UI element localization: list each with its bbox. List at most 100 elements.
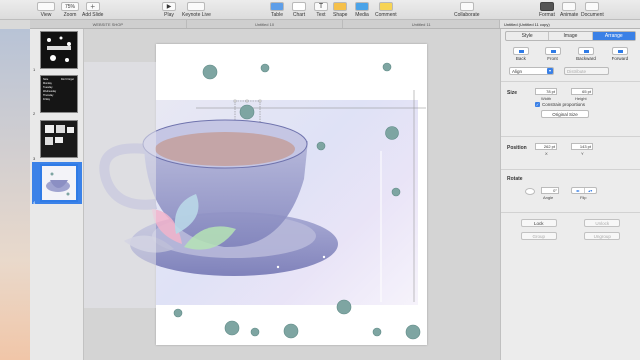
forward-button[interactable]: Forward — [611, 47, 628, 61]
inspector-tabs: Style Image Arrange — [505, 31, 636, 41]
ungroup-button[interactable]: Ungroup — [584, 232, 621, 240]
flip-horizontal-icon[interactable]: ◂▸ — [572, 188, 585, 193]
original-size-button[interactable]: Original Size — [541, 110, 589, 118]
back-icon — [512, 47, 529, 55]
table-icon — [270, 2, 284, 11]
play-button[interactable]: ▶ Play — [162, 2, 176, 18]
y-field[interactable]: 143 pt — [571, 143, 593, 150]
paintbrush-icon — [539, 2, 554, 11]
plus-icon: + — [85, 2, 100, 11]
flip-vertical-icon[interactable]: ▴▾ — [585, 188, 597, 193]
add-slide-button[interactable]: + Add Slide — [82, 2, 103, 18]
unlock-button[interactable]: Unlock — [584, 219, 621, 227]
divider — [501, 81, 640, 82]
constrain-label: Constrain proportions — [542, 102, 586, 107]
chart-button[interactable]: Chart — [292, 2, 306, 18]
document-icon — [585, 2, 600, 11]
comment-button[interactable]: Comment — [375, 2, 397, 18]
tab-style[interactable]: Style — [506, 32, 550, 40]
tea — [155, 132, 295, 166]
slide-thumb-1[interactable] — [40, 31, 78, 69]
overlay-panel — [84, 62, 156, 308]
slide-number: 2 — [33, 111, 36, 116]
flip-buttons: ◂▸ ▴▾ — [571, 187, 597, 194]
sparkle — [276, 265, 280, 269]
rotate-wheel[interactable] — [525, 188, 535, 195]
zoom-value: 75% — [61, 2, 79, 11]
zoom-control[interactable]: 75% Zoom — [61, 2, 79, 18]
align-distribute-row: Align ▾ Distribute — [501, 67, 640, 75]
desktop-background — [0, 29, 30, 360]
tab-image[interactable]: Image — [549, 32, 593, 40]
shape-icon — [333, 2, 348, 11]
tab-active-document[interactable]: Untitled (Untitled 11 copy) — [500, 20, 640, 29]
inspector-panel: Style Image Arrange Back Front Backward … — [500, 29, 640, 360]
lock-row: Lock Unlock — [501, 219, 640, 227]
rotate-section: Rotate 0° Angle ◂▸ ▴▾ Flip — [501, 176, 640, 206]
angle-field[interactable]: 0° — [541, 187, 559, 194]
chart-icon — [292, 2, 306, 11]
width-label: Width — [541, 96, 552, 101]
tab-website-shop[interactable]: WEBSITE SHOP — [30, 20, 187, 28]
arrange-buttons: Back Front Backward Forward — [501, 47, 640, 61]
slide-canvas[interactable] — [84, 29, 500, 360]
tab-untitled-11[interactable]: Untitled 11 — [343, 20, 501, 28]
comment-icon — [378, 2, 393, 11]
collaborate-icon — [459, 2, 474, 11]
format-button[interactable]: Format — [539, 2, 555, 18]
tab-arrange[interactable]: Arrange — [592, 32, 635, 40]
position-section: Position 262 pt 143 pt X Y — [501, 143, 640, 163]
view-button[interactable]: View — [37, 2, 55, 18]
slide-thumb-4[interactable] — [40, 164, 78, 202]
broadcast-icon — [187, 2, 206, 11]
front-button[interactable]: Front — [544, 47, 561, 61]
slide-number: 1 — [33, 67, 36, 72]
rotate-label: Rotate — [507, 176, 523, 182]
divider — [501, 169, 640, 170]
align-dropdown[interactable]: Align ▾ — [509, 67, 554, 75]
x-field[interactable]: 262 pt — [535, 143, 557, 150]
constrain-checkbox[interactable]: ✓ — [535, 102, 540, 107]
size-label: Size — [507, 90, 518, 96]
forward-icon — [611, 47, 628, 55]
thumb-4-art — [46, 172, 70, 196]
slide-number: 4 — [33, 200, 36, 205]
front-icon — [544, 47, 561, 55]
backward-button[interactable]: Backward — [576, 47, 596, 61]
slide-thumb-3[interactable] — [40, 120, 78, 158]
document-button[interactable]: Document — [581, 2, 604, 18]
slide-thumb-2[interactable]: Note Monday Tuesday Wednesday Thursday F… — [40, 75, 78, 113]
y-label: Y — [581, 151, 584, 156]
flip-label: Flip — [580, 195, 587, 200]
shape-button[interactable]: Shape — [333, 2, 347, 18]
text-icon: T — [314, 2, 328, 11]
thumb-3-art — [45, 125, 74, 145]
back-button[interactable]: Back — [512, 47, 529, 61]
sparkle — [322, 255, 326, 259]
divider — [501, 136, 640, 137]
height-field[interactable]: 65 pt — [571, 88, 593, 95]
document-tabs: WEBSITE SHOP Untitled 10 Untitled 11 — [30, 20, 501, 29]
group-row: Group Ungroup — [501, 232, 640, 240]
media-icon — [355, 2, 369, 11]
height-label: Height — [575, 96, 587, 101]
toolbar: View 75% Zoom + Add Slide ▶ Play Keynote Li… — [0, 0, 640, 20]
lock-button[interactable]: Lock — [520, 219, 557, 227]
group-button[interactable]: Group — [520, 232, 557, 240]
slide-number: 3 — [33, 156, 36, 161]
play-icon: ▶ — [162, 2, 176, 11]
media-button[interactable]: Media — [355, 2, 369, 18]
keynote-live-button[interactable]: Keynote Live — [182, 2, 211, 18]
distribute-dropdown[interactable]: Distribute — [564, 67, 609, 75]
collaborate-button[interactable]: Collaborate — [454, 2, 480, 18]
text-button[interactable]: T Text — [314, 2, 328, 18]
thumb-1-art — [47, 36, 71, 62]
table-button[interactable]: Table — [270, 2, 284, 18]
thumb-2-list: Note Monday Tuesday Wednesday Thursday F… — [43, 78, 57, 101]
size-section: Size 78 pt 65 pt Width Height ✓ Constrai… — [501, 88, 640, 130]
animate-button[interactable]: Animate — [560, 2, 578, 18]
tab-untitled-10[interactable]: Untitled 10 — [187, 20, 344, 28]
constrain-row: ✓ Constrain proportions — [535, 102, 585, 107]
chevron-down-icon: ▾ — [547, 68, 553, 74]
width-field[interactable]: 78 pt — [535, 88, 557, 95]
